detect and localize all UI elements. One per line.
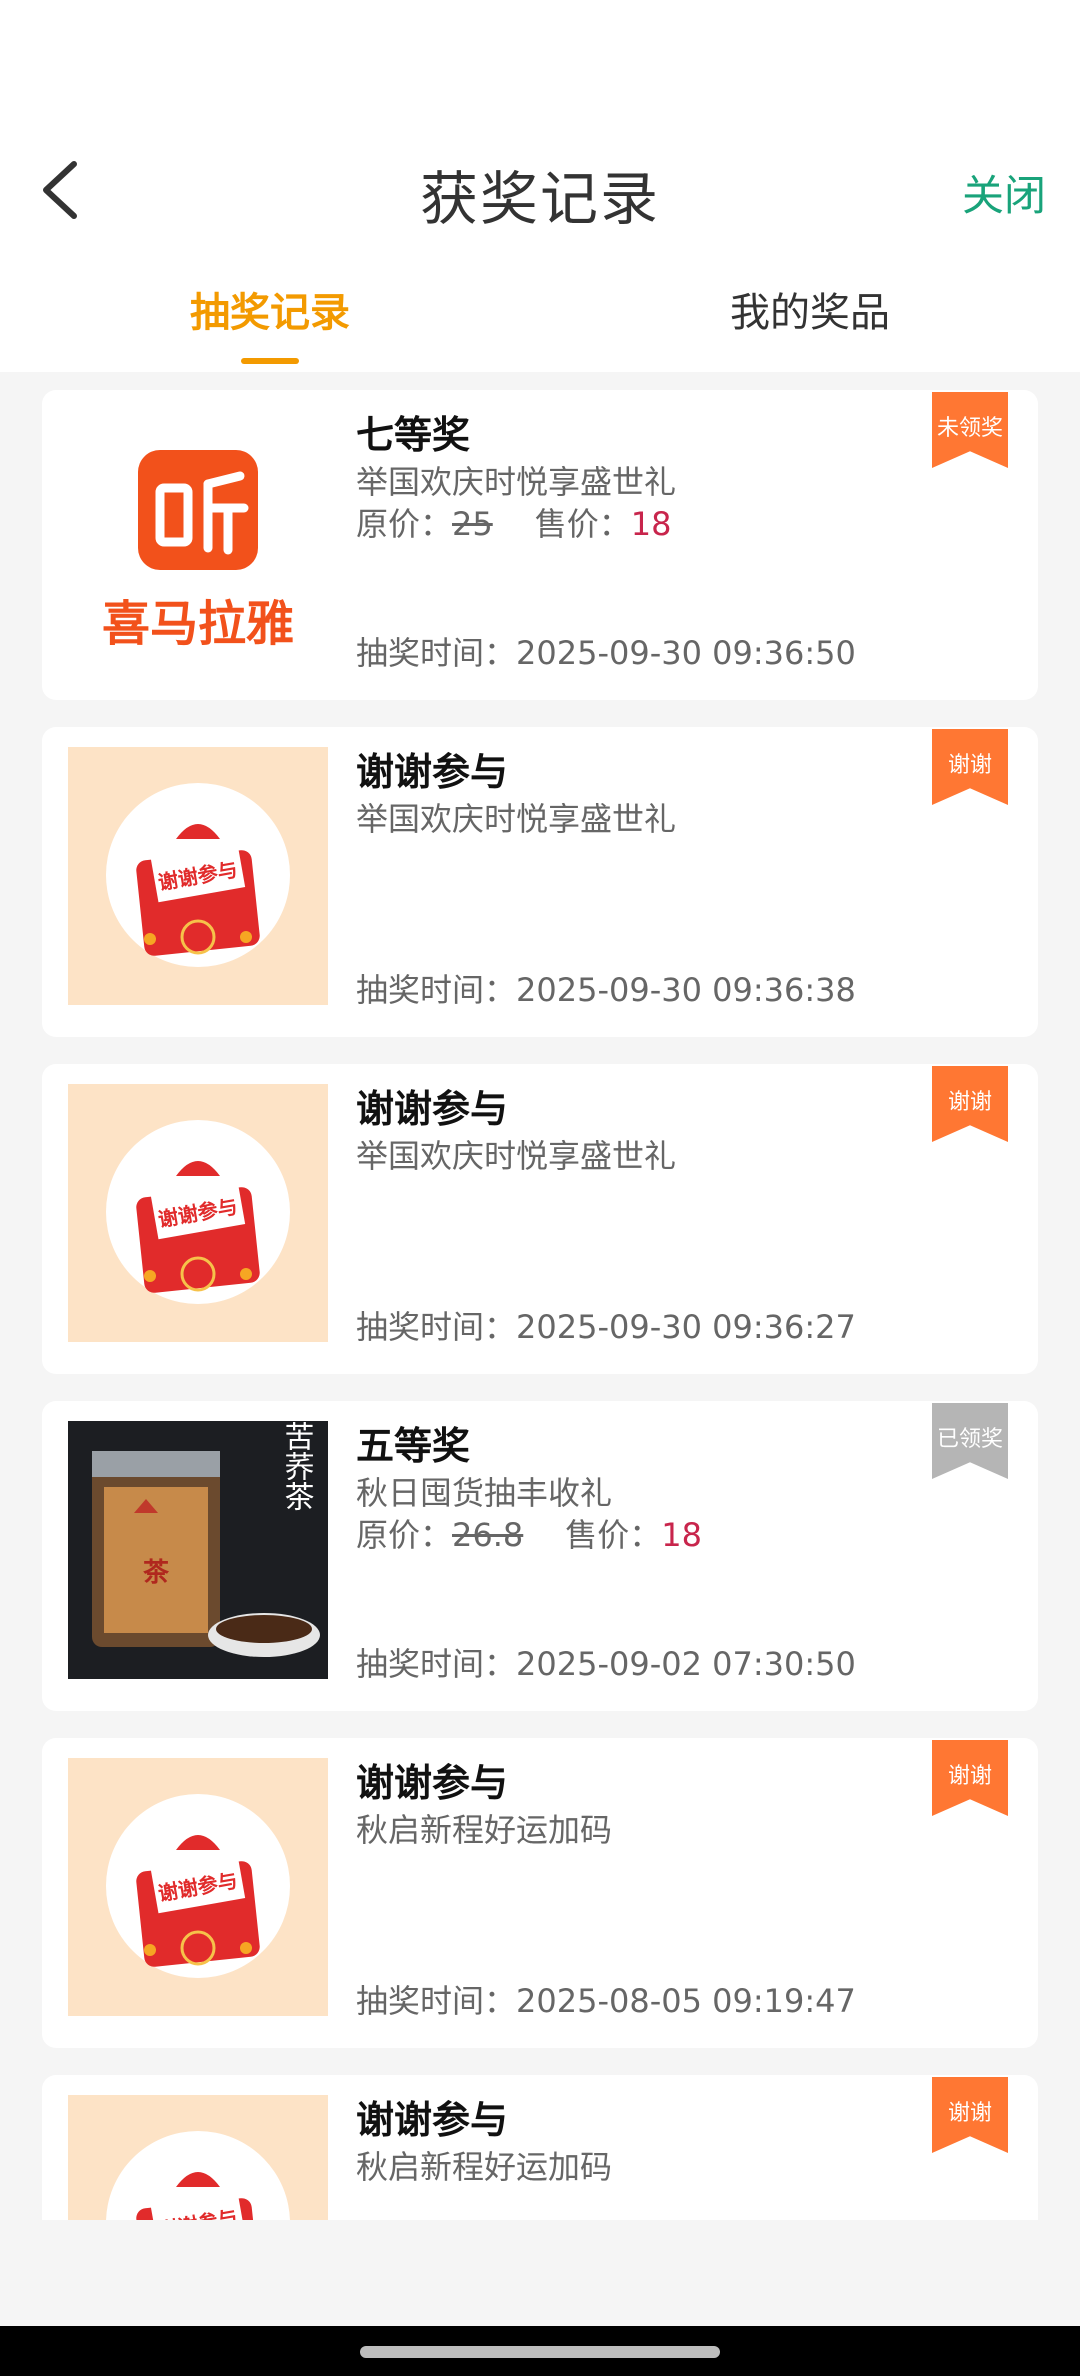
active-tab-indicator bbox=[241, 358, 299, 364]
prize-image-thanks: 谢谢参与 bbox=[68, 1084, 328, 1342]
prize-name: 谢谢参与 bbox=[356, 1087, 509, 1131]
event-name: 秋启新程好运加码 bbox=[356, 2148, 613, 2186]
prize-image-thanks: 谢谢参与 bbox=[68, 2095, 328, 2220]
system-gesture-bar bbox=[0, 2326, 1080, 2376]
orig-price-label: 原价： bbox=[356, 505, 453, 543]
close-button[interactable]: 关闭 bbox=[962, 162, 1046, 223]
record-info: 谢谢参与 秋启新程好运加码 bbox=[356, 1756, 928, 1850]
record-info: 谢谢参与 秋启新程好运加码 bbox=[356, 2093, 928, 2187]
price-line: 原价：26.8 售价：18 bbox=[356, 1513, 928, 1557]
tab-my-prizes[interactable]: 我的奖品 bbox=[540, 280, 1080, 338]
status-badge: 谢谢 bbox=[932, 729, 1008, 805]
draw-time: 抽奖时间：2025-09-02 07:30:50 bbox=[356, 1645, 856, 1683]
record-card[interactable]: 谢谢参与 谢谢参与 举国欢庆时悦享盛世礼 抽奖时间：2025-09-30 09:… bbox=[42, 727, 1038, 1037]
record-info: 谢谢参与 举国欢庆时悦享盛世礼 bbox=[356, 1082, 928, 1176]
record-card[interactable]: 喜马拉雅 七等奖 举国欢庆时悦享盛世礼 原价：25 售价：18 抽奖时间：2025… bbox=[42, 390, 1038, 700]
tab-draw-records[interactable]: 抽奖记录 bbox=[0, 280, 540, 338]
record-info: 五等奖 秋日囤货抽丰收礼 原价：26.8 售价：18 bbox=[356, 1419, 928, 1557]
sale-price: 18 bbox=[661, 1516, 702, 1554]
status-badge: 谢谢 bbox=[932, 1740, 1008, 1816]
event-name: 举国欢庆时悦享盛世礼 bbox=[356, 800, 677, 838]
record-list[interactable]: 喜马拉雅 七等奖 举国欢庆时悦享盛世礼 原价：25 售价：18 抽奖时间：2025… bbox=[0, 372, 1080, 2220]
sale-price: 18 bbox=[630, 505, 672, 543]
ximalaya-logo-text: 喜马拉雅 bbox=[102, 596, 294, 652]
page-title: 获奖记录 bbox=[419, 165, 660, 233]
record-card[interactable]: 谢谢参与 谢谢参与 举国欢庆时悦享盛世礼 抽奖时间：2025-09-30 09:… bbox=[42, 1064, 1038, 1374]
tab-bar: 抽奖记录 我的奖品 bbox=[0, 270, 1080, 370]
status-badge: 谢谢 bbox=[932, 2077, 1008, 2153]
record-card[interactable]: 谢谢参与 谢谢参与 秋启新程好运加码 抽奖时间：2025-08-05 09:19… bbox=[42, 1738, 1038, 2048]
draw-time: 抽奖时间：2025-09-30 09:36:27 bbox=[356, 1308, 856, 1346]
bottom-blank-area bbox=[0, 2220, 1080, 2326]
prize-image-tea: 茶 黑苦荞茶 bbox=[68, 1421, 328, 1679]
status-badge: 未领奖 bbox=[932, 392, 1008, 468]
record-card[interactable]: 茶 黑苦荞茶 五等奖 秋日囤货抽丰收礼 原价：26.8 售价：18 抽奖时间：20… bbox=[42, 1401, 1038, 1711]
sale-price-label: 售价： bbox=[534, 505, 631, 543]
record-info: 七等奖 举国欢庆时悦享盛世礼 原价：25 售价：18 bbox=[356, 408, 928, 546]
prize-image-ximalaya: 喜马拉雅 bbox=[68, 410, 328, 668]
svg-text:黑苦荞茶: 黑苦荞茶 bbox=[279, 1421, 314, 1511]
record-card[interactable]: 谢谢参与 谢谢参与 秋启新程好运加码 谢谢 bbox=[42, 2075, 1038, 2220]
prize-name: 五等奖 bbox=[356, 1424, 471, 1468]
price-line: 原价：25 售价：18 bbox=[356, 502, 928, 546]
orig-price: 26.8 bbox=[452, 1516, 524, 1554]
event-name: 举国欢庆时悦享盛世礼 bbox=[356, 1137, 677, 1175]
top-bar: 获奖记录 关闭 抽奖记录 我的奖品 bbox=[0, 0, 1080, 372]
home-indicator[interactable] bbox=[360, 2346, 720, 2358]
draw-time: 抽奖时间：2025-08-05 09:19:47 bbox=[356, 1982, 856, 2020]
prize-name: 谢谢参与 bbox=[356, 2098, 509, 2142]
sale-price-label: 售价： bbox=[565, 1516, 662, 1554]
record-info: 谢谢参与 举国欢庆时悦享盛世礼 bbox=[356, 745, 928, 839]
status-badge: 谢谢 bbox=[932, 1066, 1008, 1142]
status-badge: 已领奖 bbox=[932, 1403, 1008, 1479]
event-name: 秋日囤货抽丰收礼 bbox=[356, 1474, 613, 1512]
prize-name: 谢谢参与 bbox=[356, 1761, 509, 1805]
event-name: 举国欢庆时悦享盛世礼 bbox=[356, 463, 677, 501]
prize-name: 谢谢参与 bbox=[356, 750, 509, 794]
orig-price: 25 bbox=[452, 505, 493, 543]
event-name: 秋启新程好运加码 bbox=[356, 1811, 613, 1849]
prize-name: 七等奖 bbox=[356, 413, 471, 457]
prize-image-thanks: 谢谢参与 bbox=[68, 747, 328, 1005]
orig-price-label: 原价： bbox=[356, 1516, 453, 1554]
draw-time: 抽奖时间：2025-09-30 09:36:38 bbox=[356, 971, 856, 1009]
prize-image-thanks: 谢谢参与 bbox=[68, 1758, 328, 2016]
draw-time: 抽奖时间：2025-09-30 09:36:50 bbox=[356, 634, 856, 672]
nav-bar: 获奖记录 关闭 bbox=[0, 130, 1080, 250]
svg-text:茶: 茶 bbox=[143, 1558, 170, 1588]
